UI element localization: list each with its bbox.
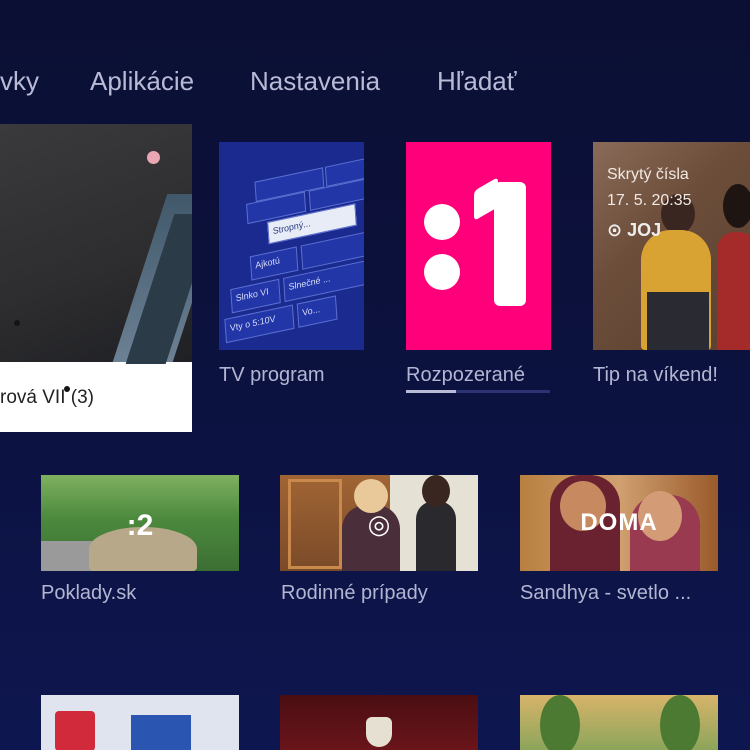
nav-item-settings[interactable]: Nastavenia (250, 66, 380, 97)
logo-dot (424, 204, 460, 240)
flag-icon (131, 715, 191, 750)
tip-datetime: 17. 5. 20:35 (607, 192, 692, 209)
nav-item-channels[interactable]: vky (0, 66, 39, 97)
doma-logo-icon: DOMA (580, 509, 658, 536)
program-thumbnail (0, 124, 192, 392)
continue-watching-card[interactable] (406, 142, 551, 350)
person-head (354, 479, 388, 513)
person (647, 292, 709, 350)
person-head (723, 184, 750, 228)
nav-item-applications[interactable]: Aplikácie (90, 66, 194, 97)
program-label-rodinne: Rodinné prípady (281, 582, 428, 604)
logo-one-stem (494, 182, 526, 306)
theater-mask-icon (366, 717, 392, 747)
logo-dot (424, 254, 460, 290)
tv-grid-cell: Vo... (296, 295, 338, 328)
person-head (422, 475, 450, 507)
watch-progress-fill (406, 390, 457, 393)
record-indicator-icon (147, 151, 160, 164)
focused-program-title: rová VII (3) (0, 387, 94, 408)
scene-tree (540, 695, 580, 750)
joj-logo-icon: ⊙ JOJ (607, 220, 662, 240)
weekend-tip-label: Tip na víkend! (593, 364, 718, 386)
scene-tree (660, 695, 700, 750)
channel-logo-icon: ◎ (367, 509, 391, 539)
tv-program-label: TV program (219, 364, 325, 386)
person (717, 232, 750, 350)
channel-logo-icon: :2 (126, 509, 154, 542)
tv-program-card[interactable]: Stropný... Ajkotú Slnko VI Slnečné ... V… (219, 142, 364, 350)
program-label-sandhya: Sandhya - svetlo ... (520, 582, 692, 604)
flag-icon (55, 711, 95, 750)
continue-watching-label: Rozpozerané (406, 364, 525, 386)
program-card-rodinne[interactable]: ◎ (280, 475, 478, 571)
program-card-row3-3[interactable] (520, 695, 718, 750)
program-card-row3-2[interactable] (280, 695, 478, 750)
focused-program-card[interactable]: rová VII (3) (0, 124, 192, 432)
joj-brand-text: JOJ (627, 220, 662, 240)
tip-title: Skrytý čísla (607, 166, 689, 183)
decor-dot (14, 320, 20, 326)
weekend-tip-card[interactable]: Skrytý čísla 17. 5. 20:35 ⊙ JOJ (593, 142, 750, 350)
program-card-row3-1[interactable] (41, 695, 239, 750)
program-label-poklady: Poklady.sk (41, 582, 137, 604)
program-card-poklady[interactable]: :2 (41, 475, 239, 571)
program-card-sandhya[interactable]: DOMA (520, 475, 718, 571)
watch-progress-bar (406, 390, 550, 393)
nav-item-search[interactable]: Hľadať (437, 66, 517, 97)
main-navigation: vky Aplikácie Nastavenia Hľadať (0, 66, 750, 106)
